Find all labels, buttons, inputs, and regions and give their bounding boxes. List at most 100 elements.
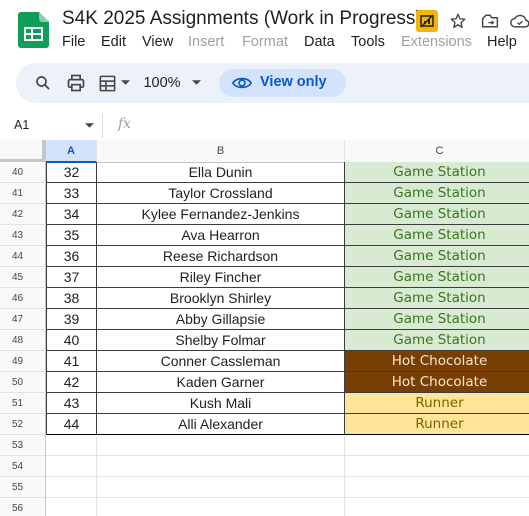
cell-name[interactable]: Kush Mali (97, 393, 345, 414)
cell-number[interactable]: 41 (46, 351, 97, 372)
row-header[interactable]: 47 (0, 309, 46, 330)
zoom-level[interactable]: 100% (141, 63, 183, 103)
cloud-status-icon[interactable] (509, 10, 529, 32)
cell-assignment[interactable]: Game Station (345, 330, 529, 351)
cell-number[interactable]: 43 (46, 393, 97, 414)
cell-assignment[interactable] (345, 477, 529, 498)
cell-assignment[interactable]: Game Station (345, 246, 529, 267)
row-header[interactable]: 49 (0, 351, 46, 372)
cell-number[interactable] (46, 498, 97, 516)
select-all-corner[interactable] (0, 140, 46, 163)
cell-number[interactable]: 42 (46, 372, 97, 393)
cell-name[interactable]: Riley Fincher (97, 267, 345, 288)
menu-edit[interactable]: Edit (101, 34, 126, 50)
row-header[interactable]: 48 (0, 330, 46, 351)
cell-assignment[interactable]: Game Station (345, 267, 529, 288)
cell-number[interactable]: 37 (46, 267, 97, 288)
cell-assignment[interactable]: Hot Chocolate (345, 372, 529, 393)
cell-number[interactable]: 39 (46, 309, 97, 330)
document-title[interactable]: S4K 2025 Assignments (Work in Progress) (62, 8, 422, 30)
cell-number[interactable]: 38 (46, 288, 97, 309)
cell-name[interactable]: Ava Hearron (97, 225, 345, 246)
search-icon[interactable] (30, 63, 56, 103)
column-header-b[interactable]: B (97, 140, 345, 163)
cell-name[interactable]: Kaden Garner (97, 372, 345, 393)
move-icon[interactable] (479, 10, 501, 32)
cell-assignment[interactable] (345, 456, 529, 477)
row-header[interactable]: 40 (0, 162, 46, 183)
cell-name[interactable]: Brooklyn Shirley (97, 288, 345, 309)
row-header[interactable]: 54 (0, 456, 46, 477)
cell-name[interactable]: Taylor Crossland (97, 183, 345, 204)
menu-insert[interactable]: Insert (188, 34, 224, 50)
row-header[interactable]: 50 (0, 372, 46, 393)
cell-number[interactable]: 33 (46, 183, 97, 204)
shared-drive-icon[interactable] (416, 10, 438, 32)
zoom-dropdown-icon[interactable] (189, 63, 203, 103)
cell-number[interactable]: 32 (46, 162, 97, 183)
cell-assignment[interactable]: Game Station (345, 204, 529, 225)
cell-number[interactable]: 36 (46, 246, 97, 267)
cell-number[interactable] (46, 435, 97, 456)
table-row: 42 34 Kylee Fernandez-Jenkins Game Station (0, 204, 529, 225)
row-header[interactable]: 44 (0, 246, 46, 267)
cell-assignment[interactable]: Runner (345, 393, 529, 414)
menu-extensions[interactable]: Extensions (401, 34, 472, 50)
cell-name[interactable]: Shelby Folmar (97, 330, 345, 351)
cell-assignment[interactable]: Runner (345, 414, 529, 435)
eye-icon (232, 77, 252, 89)
row-header[interactable]: 55 (0, 477, 46, 498)
row-header[interactable]: 53 (0, 435, 46, 456)
cell-name[interactable] (97, 456, 345, 477)
cell-name[interactable]: Conner Cassleman (97, 351, 345, 372)
row-header[interactable]: 51 (0, 393, 46, 414)
table-row: 53 (0, 435, 529, 456)
name-box[interactable]: A1 (0, 114, 103, 138)
cell-name[interactable] (97, 477, 345, 498)
chevron-down-icon[interactable] (118, 63, 132, 103)
cell-name[interactable]: Ella Dunin (97, 162, 345, 183)
cell-name[interactable]: Reese Richardson (97, 246, 345, 267)
cell-number[interactable] (46, 456, 97, 477)
table-row: 54 (0, 456, 529, 477)
menu-file[interactable]: File (62, 34, 85, 50)
cell-number[interactable]: 44 (46, 414, 97, 435)
sheets-logo-icon[interactable] (18, 12, 49, 48)
column-header-c[interactable]: C (345, 140, 529, 163)
row-header[interactable]: 42 (0, 204, 46, 225)
cell-assignment[interactable]: Game Station (345, 225, 529, 246)
cell-name[interactable]: Alli Alexander (97, 414, 345, 435)
print-icon[interactable] (63, 63, 89, 103)
menu-help[interactable]: Help (487, 34, 517, 50)
menu-data[interactable]: Data (304, 34, 335, 50)
column-header-a[interactable]: A (46, 140, 97, 163)
star-icon[interactable] (447, 10, 469, 32)
cell-assignment[interactable]: Game Station (345, 309, 529, 330)
row-header[interactable]: 45 (0, 267, 46, 288)
formula-input[interactable] (142, 114, 529, 138)
cell-number[interactable]: 35 (46, 225, 97, 246)
view-only-button[interactable]: View only (219, 69, 346, 97)
cell-name[interactable]: Abby Gillapsie (97, 309, 345, 330)
menu-view[interactable]: View (142, 34, 173, 50)
cell-name[interactable] (97, 498, 345, 516)
row-header[interactable]: 46 (0, 288, 46, 309)
cell-number[interactable]: 40 (46, 330, 97, 351)
row-header[interactable]: 41 (0, 183, 46, 204)
cell-assignment[interactable] (345, 435, 529, 456)
cell-number[interactable] (46, 477, 97, 498)
cell-name[interactable] (97, 435, 345, 456)
cell-number[interactable]: 34 (46, 204, 97, 225)
row-header[interactable]: 56 (0, 498, 46, 516)
format-menu-icon[interactable] (96, 63, 118, 103)
cell-assignment[interactable]: Game Station (345, 183, 529, 204)
cell-name[interactable]: Kylee Fernandez-Jenkins (97, 204, 345, 225)
menu-tools[interactable]: Tools (351, 34, 385, 50)
cell-assignment[interactable]: Game Station (345, 162, 529, 183)
row-header[interactable]: 52 (0, 414, 46, 435)
row-header[interactable]: 43 (0, 225, 46, 246)
cell-assignment[interactable]: Hot Chocolate (345, 351, 529, 372)
menu-format[interactable]: Format (242, 34, 288, 50)
cell-assignment[interactable]: Game Station (345, 288, 529, 309)
cell-assignment[interactable] (345, 498, 529, 516)
